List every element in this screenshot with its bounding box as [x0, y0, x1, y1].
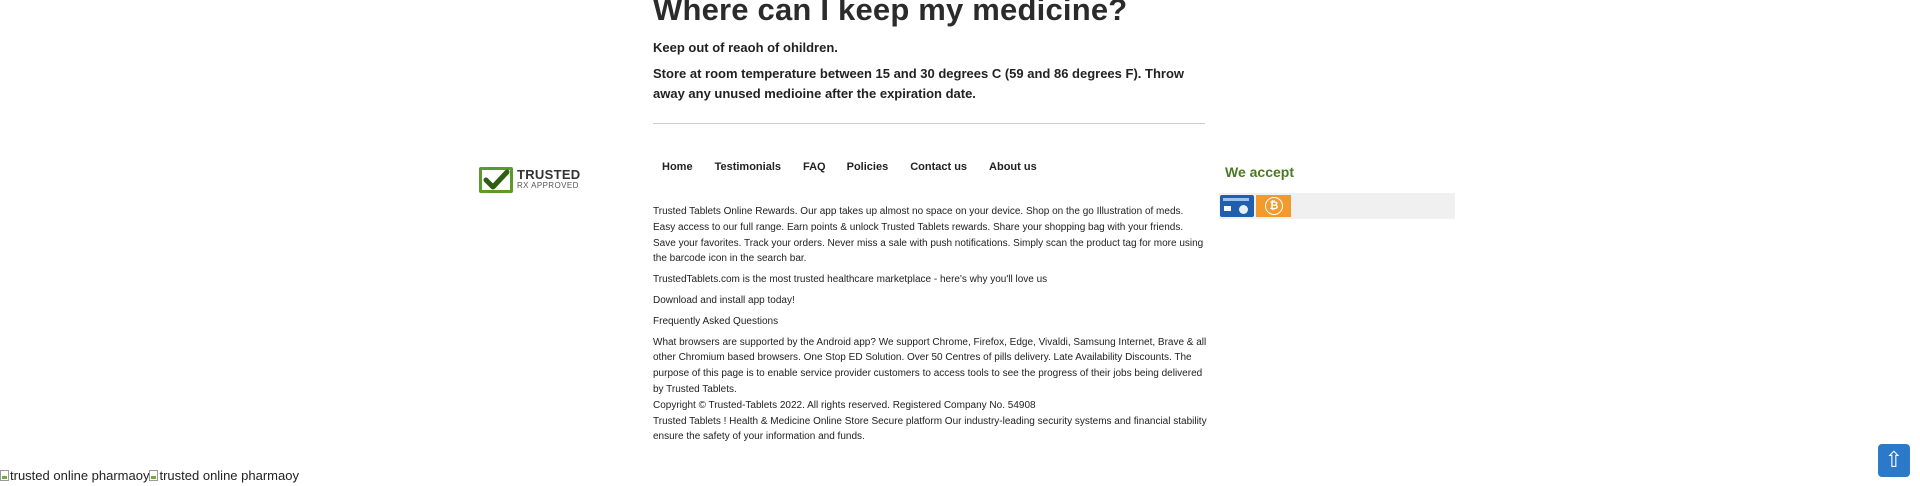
marketplace-paragraph: TrustedTablets.com is the most trusted h…: [653, 274, 1048, 286]
footer-text-block: Trusted Tablets Online Rewards. Our app …: [653, 204, 1208, 445]
pharmacy-image-1: trusted online pharmaoy: [0, 468, 149, 483]
we-accept-heading: We accept: [1225, 164, 1294, 180]
broken-image-icon: [0, 470, 9, 482]
footer-nav: Home Testimonials FAQ Policies Contact u…: [662, 161, 1037, 173]
card-chip: [1224, 206, 1231, 211]
bank-card-icon: [1220, 195, 1254, 217]
faq-title: Frequently Asked Questions: [653, 315, 779, 327]
scroll-to-top-button[interactable]: ⇧: [1878, 444, 1910, 477]
storage-temperature-text: Store at room temperature between 15 and…: [653, 66, 1184, 101]
nav-policies-link[interactable]: Policies: [847, 161, 889, 173]
payment-methods-strip: [1219, 193, 1455, 219]
rewards-paragraph: Trusted Tablets Online Rewards. Our app …: [653, 206, 1204, 265]
pharmacy-image-2: trusted online pharmaoy: [149, 468, 299, 484]
pharmacy-image-1-alt: trusted online pharmaoy: [10, 468, 150, 484]
nav-contact-link[interactable]: Contact us: [910, 161, 967, 173]
broken-image-icon: [149, 470, 159, 482]
nav-about-link[interactable]: About us: [989, 161, 1037, 173]
bitcoin-icon: ₿: [1256, 195, 1291, 217]
pharmacy-image-2-alt: trusted online pharmaoy: [159, 468, 299, 484]
card-stripe: [1223, 198, 1249, 201]
security-paragraph: Trusted Tablets ! Health & Medicine Onli…: [653, 415, 1207, 443]
storage-children-warning: Keep out of reaoh of ohildren.: [653, 40, 838, 55]
browsers-paragraph: What browsers are supported by the Andro…: [653, 336, 1207, 395]
check-shield-icon: [479, 167, 513, 193]
nav-testimonials-link[interactable]: Testimonials: [715, 161, 781, 173]
section-divider: [653, 123, 1205, 124]
arrow-up-icon: ⇧: [1884, 448, 1904, 473]
nav-home-link[interactable]: Home: [662, 161, 693, 173]
card-logo: [1239, 205, 1248, 214]
badge-title: TRUSTED: [517, 167, 581, 182]
pharmacy-images: trusted online pharmaoy trusted online ph…: [0, 467, 299, 483]
badge-subtitle: RX APPROVED: [517, 181, 579, 190]
page: Where can I keep my medicine? Keep out o…: [0, 0, 1920, 486]
storage-heading: Where can I keep my medicine?: [653, 0, 1128, 27]
copyright-text: Copyright © Trusted-Tablets 2022. All ri…: [653, 399, 1036, 411]
download-paragraph: Download and install app today!: [653, 294, 795, 306]
bitcoin-symbol: ₿: [1265, 197, 1283, 215]
nav-faq-link[interactable]: FAQ: [803, 161, 826, 173]
trusted-rx-badge: TRUSTED RX APPROVED: [478, 164, 596, 196]
